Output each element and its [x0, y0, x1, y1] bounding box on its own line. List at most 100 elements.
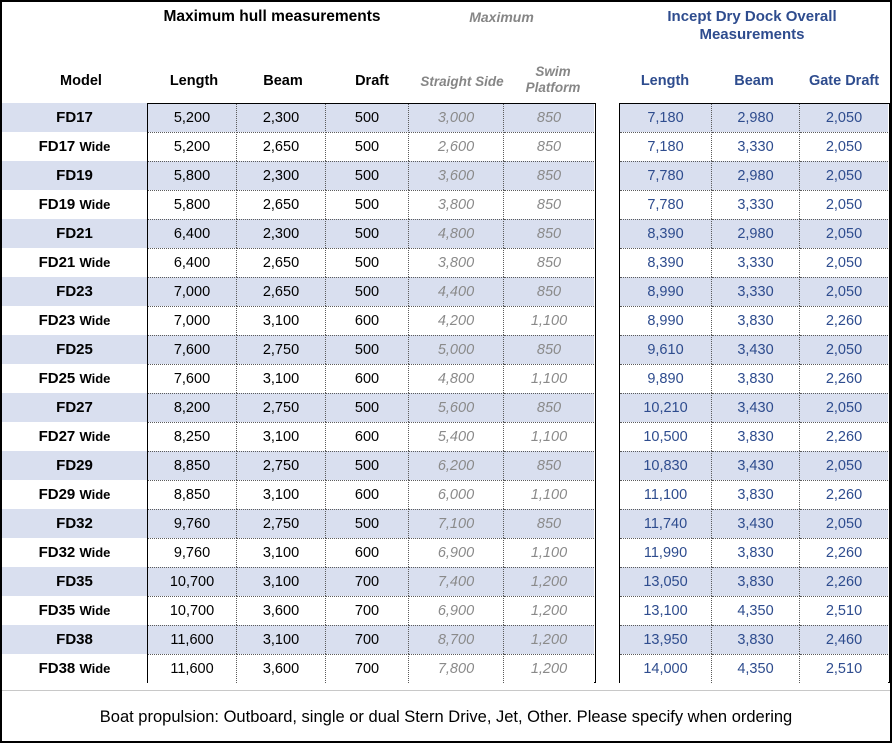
cell-gate-draft: 2,260	[800, 364, 888, 393]
cell-hull-length: 9,760	[148, 538, 237, 567]
cell-hull-beam: 2,300	[237, 219, 326, 248]
cell-straight-side: 4,800	[409, 364, 504, 393]
cell-dock-beam: 3,330	[712, 132, 800, 161]
model-name: FD29	[38, 486, 76, 503]
cell-model: FD23 Wide	[2, 306, 147, 335]
table-row: FD35 10,700 3,100 700 7,400 1,200 13,050 3,830 2…	[2, 567, 890, 596]
cell-straight-side: 3,800	[409, 248, 504, 277]
cell-dock-beam: 3,830	[712, 538, 800, 567]
cell-dock-length: 11,990	[620, 538, 712, 567]
hull-measurements-group: 6,400 2,300 500 4,800 850	[147, 219, 596, 248]
cell-dock-beam: 2,980	[712, 161, 800, 190]
cell-gate-draft: 2,050	[800, 104, 888, 133]
cell-dock-beam: 3,830	[712, 422, 800, 451]
table-row: FD17 5,200 2,300 500 3,000 850 7,180 2,980 2,050	[2, 103, 890, 133]
cell-hull-length: 7,600	[148, 335, 237, 364]
column-header-gate-draft: Gate Draft	[808, 73, 880, 89]
cell-swim-platform: 850	[504, 161, 594, 190]
model-name: FD17	[56, 109, 93, 126]
cell-hull-length: 10,700	[148, 596, 237, 625]
group-header-maximum: Maximum	[469, 9, 534, 25]
cell-model: FD38 Wide	[2, 654, 147, 683]
cell-model: FD23	[2, 277, 147, 306]
model-variant: Wide	[79, 603, 111, 618]
cell-hull-length: 5,800	[148, 190, 237, 219]
cell-hull-length: 8,200	[148, 393, 237, 422]
cell-model: FD32	[2, 509, 147, 538]
table-row: FD38 11,600 3,100 700 8,700 1,200 13,950 3,830 2…	[2, 625, 890, 654]
cell-hull-beam: 3,600	[237, 596, 326, 625]
cell-swim-platform: 850	[504, 190, 594, 219]
hull-measurements-group: 7,600 3,100 600 4,800 1,100	[147, 364, 596, 393]
cell-straight-side: 5,400	[409, 422, 504, 451]
dry-dock-measurements-group: 13,950 3,830 2,460	[619, 625, 890, 654]
cell-hull-beam: 2,300	[237, 104, 326, 133]
hull-measurements-group: 6,400 2,650 500 3,800 850	[147, 248, 596, 277]
cell-hull-length: 7,000	[148, 306, 237, 335]
cell-dock-beam: 3,430	[712, 509, 800, 538]
cell-hull-draft: 500	[326, 219, 409, 248]
cell-dock-length: 13,100	[620, 596, 712, 625]
hull-measurements-group: 7,000 3,100 600 4,200 1,100	[147, 306, 596, 335]
cell-straight-side: 6,900	[409, 596, 504, 625]
cell-swim-platform: 850	[504, 132, 594, 161]
cell-swim-platform: 1,100	[504, 422, 594, 451]
cell-dock-length: 10,500	[620, 422, 712, 451]
cell-hull-draft: 500	[326, 132, 409, 161]
dry-dock-measurements-group: 11,990 3,830 2,260	[619, 538, 890, 567]
cell-gate-draft: 2,260	[800, 567, 888, 596]
cell-swim-platform: 1,100	[504, 364, 594, 393]
model-name: FD38	[38, 660, 76, 677]
cell-hull-draft: 600	[326, 538, 409, 567]
cell-gate-draft: 2,050	[800, 509, 888, 538]
cell-gate-draft: 2,460	[800, 625, 888, 654]
cell-model: FD21 Wide	[2, 248, 147, 277]
cell-gate-draft: 2,260	[800, 422, 888, 451]
model-name: FD19	[56, 167, 93, 184]
cell-hull-length: 11,600	[148, 654, 237, 683]
group-header-incept-dry-dock-overall-measurements: Incept Dry Dock Overall Measurements	[667, 8, 837, 44]
cell-model: FD25	[2, 335, 147, 364]
hull-measurements-group: 11,600 3,600 700 7,800 1,200	[147, 654, 596, 683]
cell-model: FD35	[2, 567, 147, 596]
cell-swim-platform: 850	[504, 277, 594, 306]
cell-swim-platform: 850	[504, 335, 594, 364]
cell-hull-draft: 700	[326, 654, 409, 683]
cell-swim-platform: 1,200	[504, 654, 594, 683]
dry-dock-measurements-group: 8,990 3,830 2,260	[619, 306, 890, 335]
cell-hull-beam: 2,650	[237, 277, 326, 306]
cell-hull-length: 6,400	[148, 248, 237, 277]
hull-measurements-group: 7,000 2,650 500 4,400 850	[147, 277, 596, 306]
cell-hull-draft: 500	[326, 248, 409, 277]
cell-hull-beam: 2,750	[237, 509, 326, 538]
cell-hull-beam: 2,650	[237, 132, 326, 161]
cell-straight-side: 6,200	[409, 451, 504, 480]
model-name: FD35	[38, 602, 76, 619]
model-name: FD32	[38, 544, 76, 561]
model-name: FD27	[38, 428, 76, 445]
cell-swim-platform: 1,200	[504, 596, 594, 625]
cell-dock-beam: 3,330	[712, 248, 800, 277]
cell-straight-side: 3,800	[409, 190, 504, 219]
cell-straight-side: 6,900	[409, 538, 504, 567]
table-row: FD21 6,400 2,300 500 4,800 850 8,390 2,980 2,050	[2, 219, 890, 248]
cell-gate-draft: 2,050	[800, 219, 888, 248]
hull-measurements-group: 9,760 2,750 500 7,100 850	[147, 509, 596, 538]
cell-hull-beam: 3,600	[237, 654, 326, 683]
model-name: FD25	[56, 341, 93, 358]
cell-hull-beam: 2,750	[237, 335, 326, 364]
cell-dock-beam: 3,830	[712, 306, 800, 335]
cell-gate-draft: 2,510	[800, 654, 888, 683]
cell-hull-length: 6,400	[148, 219, 237, 248]
cell-dock-beam: 3,330	[712, 277, 800, 306]
cell-swim-platform: 1,100	[504, 538, 594, 567]
cell-dock-length: 10,210	[620, 393, 712, 422]
hull-measurements-group: 10,700 3,600 700 6,900 1,200	[147, 596, 596, 625]
cell-straight-side: 7,400	[409, 567, 504, 596]
cell-hull-draft: 500	[326, 104, 409, 133]
column-header-hull-length: Length	[169, 73, 219, 89]
cell-hull-draft: 600	[326, 480, 409, 509]
table-row: FD25 Wide 7,600 3,100 600 4,800 1,100 9,890 3,8…	[2, 364, 890, 393]
hull-measurements-group: 9,760 3,100 600 6,900 1,100	[147, 538, 596, 567]
cell-hull-draft: 500	[326, 393, 409, 422]
